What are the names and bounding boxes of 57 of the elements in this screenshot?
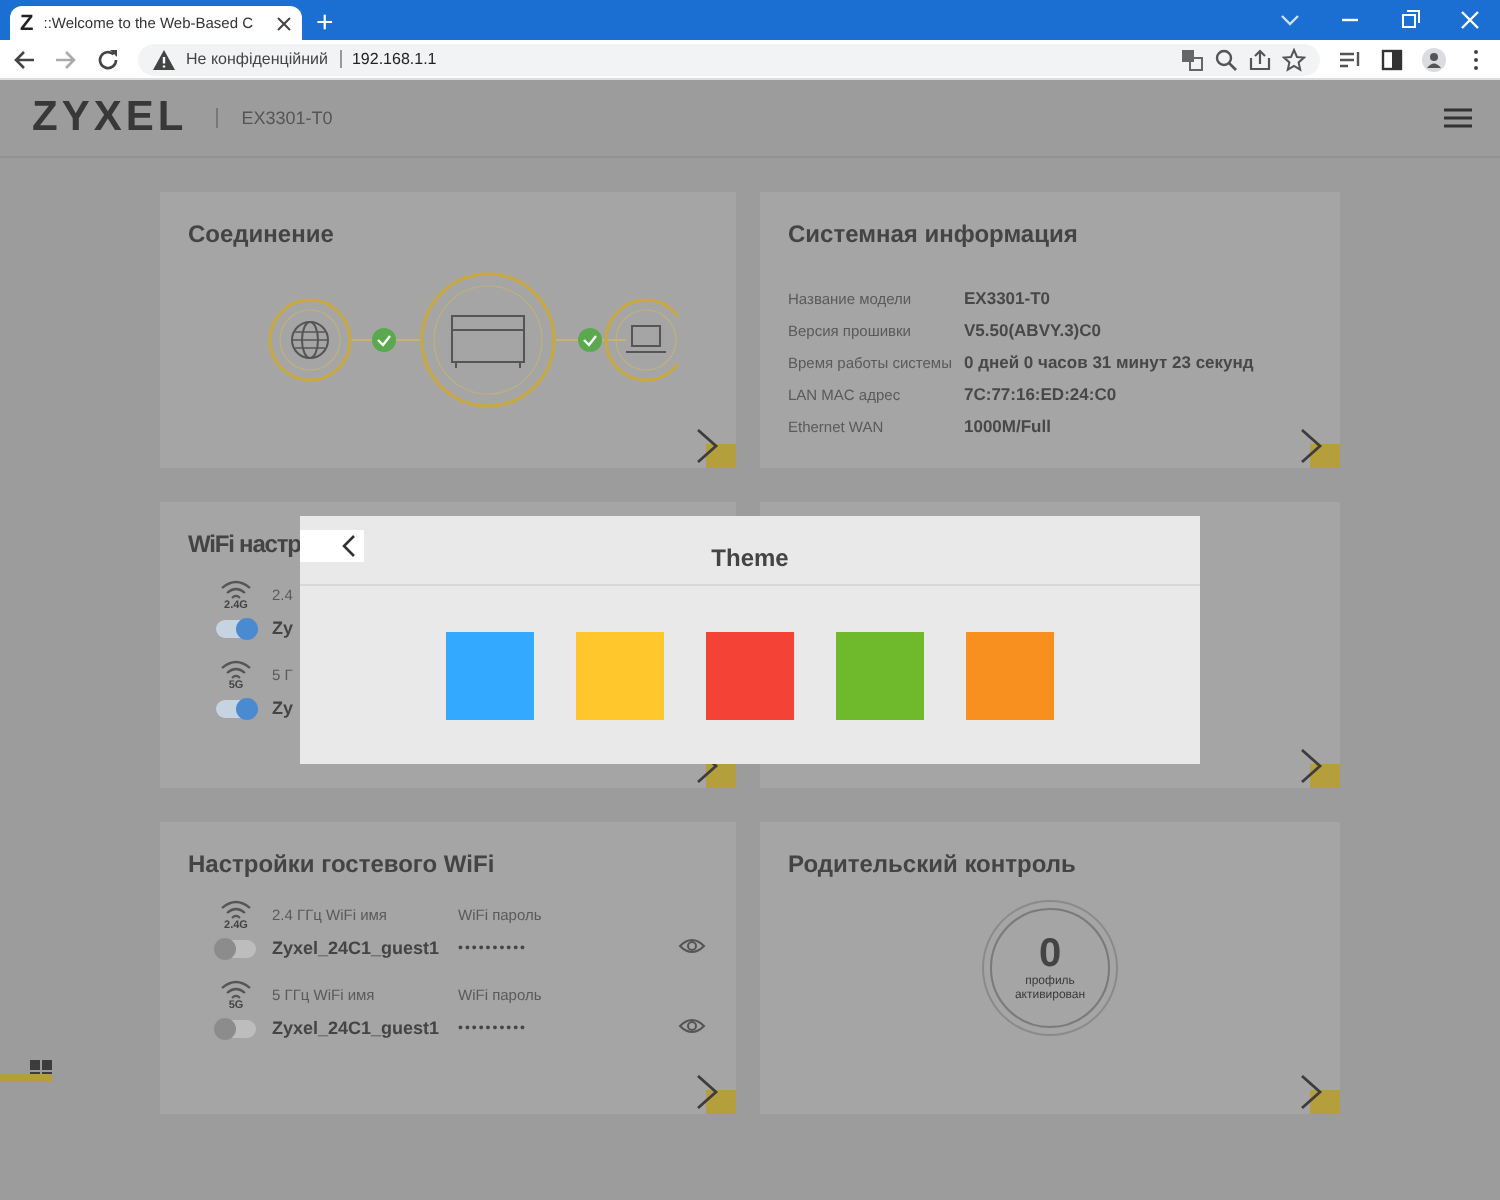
card-title: Родительский контроль	[788, 850, 1076, 878]
chevron-left-icon	[340, 534, 360, 558]
toggle-switch[interactable]	[216, 1019, 256, 1037]
back-button[interactable]	[300, 530, 364, 562]
reload-icon[interactable]	[96, 47, 120, 71]
profile-count: 0	[1038, 932, 1062, 976]
close-icon[interactable]	[276, 15, 292, 31]
share-icon[interactable]	[1248, 47, 1272, 71]
wifi-icon	[218, 898, 254, 920]
wifi-name: Zy	[272, 618, 296, 638]
theme-color-swatch[interactable]	[446, 632, 534, 720]
address-bar[interactable]: Не конфіденційний 192.168.1.1	[138, 43, 1320, 75]
theme-color-swatch[interactable]	[706, 632, 794, 720]
warning-icon	[152, 47, 176, 71]
zoom-icon[interactable]	[1214, 47, 1238, 71]
apps-tab-bar	[0, 1074, 52, 1082]
translate-icon[interactable]	[1180, 47, 1204, 71]
card-title: WiFi настр	[188, 530, 301, 558]
profile-icon[interactable]	[1422, 47, 1446, 71]
toggle-switch[interactable]	[216, 939, 256, 957]
card-title: Системная информация	[788, 220, 1078, 248]
info-value: 0 дней 0 часов 31 минут 23 секунд	[964, 352, 1256, 372]
next-arrow-button[interactable]	[1296, 748, 1340, 788]
model-name: EX3301-T0	[215, 108, 333, 128]
eye-icon[interactable]	[678, 935, 706, 955]
info-value: V5.50(ABVY.3)C0	[964, 320, 1104, 340]
eye-icon[interactable]	[678, 1015, 706, 1035]
back-icon[interactable]	[12, 47, 36, 71]
side-panel-icon[interactable]	[1380, 47, 1404, 71]
favicon: Z	[20, 11, 34, 35]
info-value: 7C:77:16:ED:24:C0	[964, 384, 1119, 404]
new-tab-button[interactable]: +	[316, 6, 334, 40]
info-value: 1000M/Full	[964, 416, 1053, 436]
toggle-switch[interactable]	[216, 619, 256, 637]
wifi-name: Zyxel_24C1_guest1	[272, 1018, 442, 1038]
theme-color-swatch[interactable]	[836, 632, 924, 720]
wifi-name: Zy	[272, 698, 296, 718]
playlist-icon[interactable]	[1338, 47, 1362, 71]
info-value: EX3301-T0	[964, 288, 1052, 308]
wifi-icon	[218, 578, 254, 600]
wifi-icon	[218, 978, 254, 1000]
wifi-name: Zyxel_24C1_guest1	[272, 938, 442, 958]
logo: ZYXEL	[32, 94, 188, 142]
theme-color-swatch[interactable]	[966, 632, 1054, 720]
next-arrow-button[interactable]	[1296, 1074, 1340, 1114]
url-text: 192.168.1.1	[351, 50, 439, 68]
wifi-icon	[218, 658, 254, 680]
card-title: Настройки гостевого WiFi	[188, 850, 495, 878]
toggle-switch[interactable]	[216, 699, 256, 717]
next-arrow-button[interactable]	[692, 1074, 736, 1114]
menu-icon[interactable]	[1444, 106, 1472, 130]
security-label: Не конфіденційний	[186, 50, 342, 68]
card-title: Соединение	[188, 220, 334, 248]
theme-color-swatch[interactable]	[576, 632, 664, 720]
next-arrow-button[interactable]	[692, 428, 736, 468]
star-icon[interactable]	[1282, 47, 1306, 71]
next-arrow-button[interactable]	[1296, 428, 1340, 468]
